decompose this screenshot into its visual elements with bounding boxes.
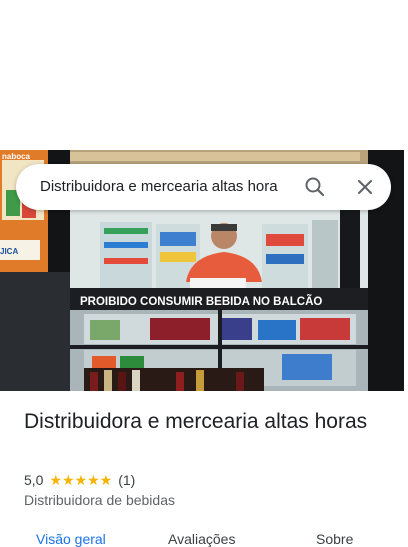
poster-text-bottom: JICA: [0, 247, 18, 256]
poster-text-top: naboca: [2, 152, 31, 161]
place-category[interactable]: Distribuidora de bebidas: [24, 491, 175, 509]
rating-value: 5,0: [24, 472, 44, 488]
photo-gap: [404, 150, 408, 391]
tab-about[interactable]: Sobre: [316, 531, 353, 547]
map-area: [0, 0, 408, 150]
tab-overview[interactable]: Visão geral: [36, 531, 106, 547]
review-count[interactable]: (1): [118, 472, 135, 488]
place-tabs: Visão geral Avaliações Sobre: [0, 526, 408, 547]
star-rating-icon: ★★★★★: [49, 471, 113, 488]
search-icon[interactable]: [302, 174, 328, 200]
search-input[interactable]: Distribuidora e mercearia altas hora: [40, 177, 292, 197]
search-box[interactable]: Distribuidora e mercearia altas hora: [16, 164, 391, 210]
store-sign-text: PROIBIDO CONSUMIR BEBIDA NO BALCÃO: [80, 295, 322, 308]
place-title: Distribuidora e mercearia altas horas: [24, 410, 368, 433]
tab-reviews[interactable]: Avaliações: [168, 531, 235, 547]
close-icon[interactable]: [352, 174, 378, 200]
rating-row[interactable]: 5,0 ★★★★★ (1): [24, 471, 135, 489]
